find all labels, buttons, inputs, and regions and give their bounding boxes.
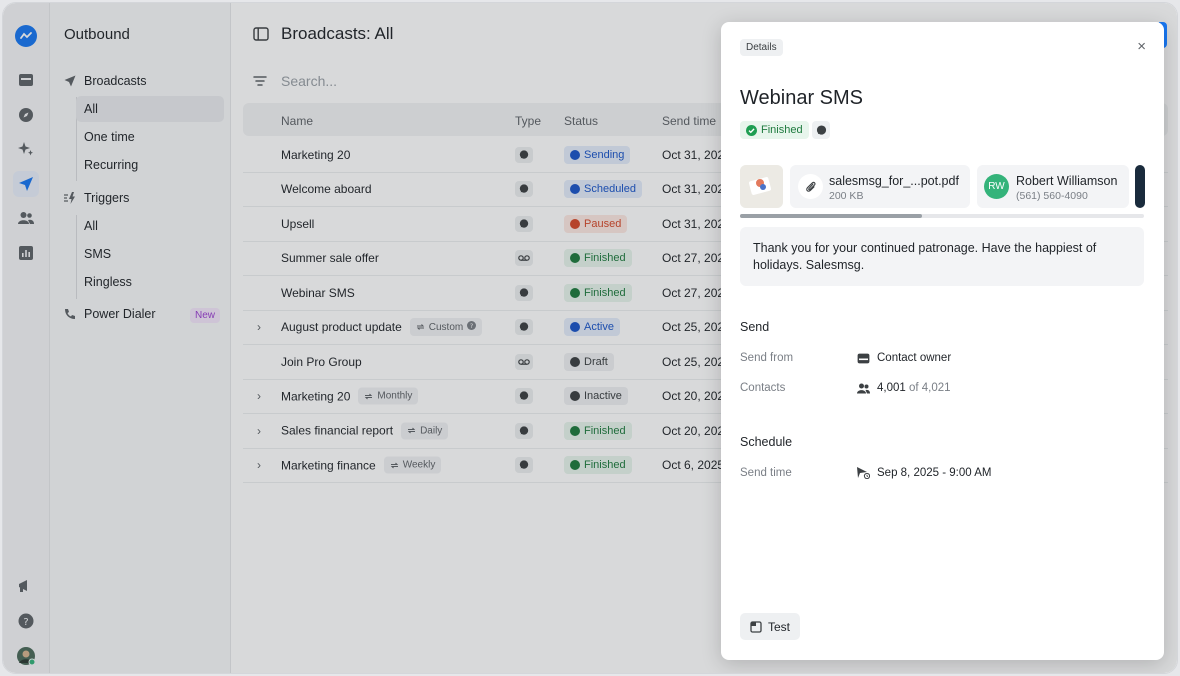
contact-avatar: RW	[984, 174, 1009, 199]
attachment-file[interactable]: salesmsg_for_...pot.pdf 200 KB	[790, 165, 970, 208]
app-window: ? Outbound Broadcasts All One time Recur…	[2, 2, 1178, 674]
attachment-video-thumbnail[interactable]	[1135, 165, 1145, 208]
users-icon	[857, 383, 870, 393]
status-badge-label: Finished	[761, 124, 803, 136]
contact-phone: (561) 560-4090	[1016, 190, 1088, 202]
test-icon	[750, 620, 762, 633]
section-title-send: Send	[740, 320, 770, 334]
send-time-value: Sep 8, 2025 - 9:00 AM	[857, 467, 991, 479]
scheduled-send-icon	[857, 467, 870, 479]
details-drawer: Details × Webinar SMS Finished salesmsg_…	[721, 22, 1164, 660]
send-from-text: Contact owner	[877, 352, 952, 364]
message-body: Thank you for your continued patronage. …	[740, 227, 1144, 286]
section-title-schedule: Schedule	[740, 435, 793, 449]
test-button-label: Test	[768, 619, 791, 634]
contact-name: Robert Williamson	[1016, 174, 1118, 188]
file-size: 200 KB	[829, 190, 864, 202]
attachments-scrollbar[interactable]	[740, 214, 1144, 218]
inbox-icon	[857, 353, 870, 363]
close-icon[interactable]: ×	[1137, 38, 1146, 55]
status-badge: Finished	[740, 121, 809, 139]
drawer-title: Webinar SMS	[740, 87, 864, 109]
contacts-label: Contacts	[740, 382, 786, 394]
contacts-count: 4,001	[877, 382, 906, 394]
contacts-total: of 4,021	[908, 382, 951, 394]
check-circle-icon	[746, 124, 757, 136]
send-time-label: Send time	[740, 467, 792, 479]
file-name: salesmsg_for_...pot.pdf	[829, 174, 959, 188]
send-from-value: Contact owner	[857, 352, 951, 364]
paperclip-icon	[798, 174, 823, 199]
send-time-text: Sep 8, 2025 - 9:00 AM	[877, 467, 992, 479]
attachment-image-thumbnail[interactable]	[740, 165, 783, 208]
attachment-contact-card[interactable]: RW Robert Williamson (561) 560-4090	[977, 165, 1129, 208]
contacts-value: 4,001 of 4,021	[857, 382, 951, 394]
sms-channel-icon	[812, 121, 830, 139]
test-button[interactable]: Test	[740, 613, 801, 640]
drawer-tag: Details	[740, 39, 783, 56]
send-from-label: Send from	[740, 352, 794, 364]
scrollbar-thumb[interactable]	[740, 214, 922, 218]
